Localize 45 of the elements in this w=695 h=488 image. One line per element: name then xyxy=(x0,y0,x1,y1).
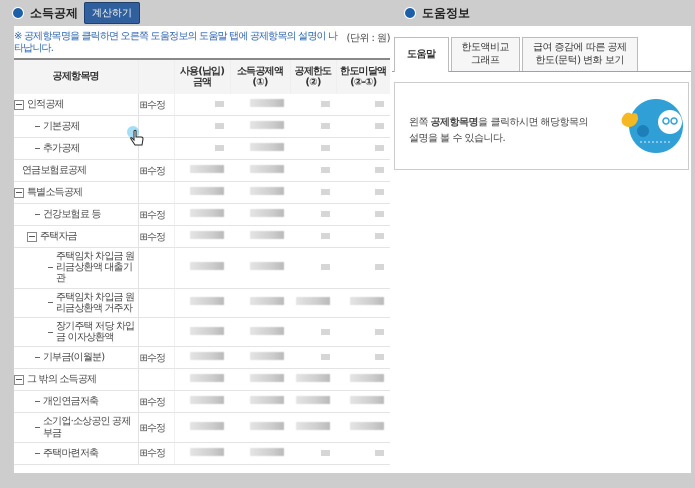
deduction-item-name[interactable]: 추가공제 xyxy=(43,142,80,154)
deduction-item-name[interactable]: 연금보험료공제 xyxy=(22,164,86,176)
bullet-icon xyxy=(12,7,24,19)
collapse-toggle[interactable] xyxy=(14,188,24,198)
deduction-item-name[interactable]: 주택임차 차입금 원리금상환액 거주자 xyxy=(56,292,136,314)
tab[interactable]: 한도액비교 그래프 xyxy=(450,37,520,71)
collapse-toggle[interactable] xyxy=(27,232,37,242)
column-header: 소득공제액 (①) xyxy=(236,66,283,88)
bullet-icon xyxy=(404,7,416,19)
section-title: 소득공제 xyxy=(30,4,78,22)
dash-icon xyxy=(35,148,40,149)
deduction-item-name[interactable]: 특별소득공제 xyxy=(27,186,82,198)
deduction-item-name[interactable]: 건강보험료 등 xyxy=(43,208,101,220)
section-title: 도움정보 xyxy=(422,4,470,22)
deduction-item-name[interactable]: 주택마련저축 xyxy=(43,448,98,459)
deduction-item-name[interactable]: 기본공제 xyxy=(43,120,80,132)
column-header: 공제항목명 xyxy=(52,71,99,82)
dash-icon xyxy=(48,302,53,304)
dash-icon xyxy=(35,126,40,127)
deduction-item-name[interactable]: 그 밖의 소득공제 xyxy=(27,374,96,386)
dash-icon xyxy=(35,401,40,402)
dash-icon xyxy=(35,357,40,358)
calculate-button[interactable]: 계산하기 xyxy=(84,2,140,24)
dash-icon xyxy=(35,427,40,428)
column-header: 한도미달액 (②-①) xyxy=(340,66,386,88)
notice-text: ※ 공제항목명을 클릭하면 오른쪽 도움정보의 도움말 탭에 공제항목의 설명이 나타납니다. xyxy=(14,31,339,54)
column-header: 공제한도 (②) xyxy=(294,66,332,88)
dash-icon xyxy=(48,267,53,268)
unit-label: (단위 : 원) xyxy=(346,32,390,45)
deduction-item-name[interactable]: 주택임차 차입금 원리금상환액 대출기관 xyxy=(56,251,136,285)
tab[interactable]: 도움말 xyxy=(394,37,448,72)
column-header: 사용(납입) 금액 xyxy=(180,66,224,88)
deduction-item-name[interactable]: 개인연금저축 xyxy=(43,396,98,408)
deduction-item-name[interactable]: 주택자금 xyxy=(40,230,77,242)
deduction-item-name[interactable]: 인적공제 xyxy=(27,98,64,110)
help-text: 왼쪽 공제항목명을 클릭하시면 해당항목의 설명을 볼 수 있습니다. xyxy=(409,116,588,146)
dash-icon xyxy=(35,452,40,454)
collapse-toggle[interactable] xyxy=(14,374,24,385)
collapse-toggle[interactable] xyxy=(14,100,24,110)
tab[interactable]: 급여 증감에 따른 공제 한도(문턱) 변화 보기 xyxy=(522,37,638,71)
deduction-item-name[interactable]: 기부금(이월분) xyxy=(43,352,104,364)
dash-icon xyxy=(35,214,40,215)
deduction-item-name[interactable]: 장기주택 저당 차입금 이자상환액 xyxy=(56,320,136,344)
dash-icon xyxy=(48,332,53,333)
deduction-item-name[interactable]: 소기업·소상공인 공제부금 xyxy=(43,416,136,439)
